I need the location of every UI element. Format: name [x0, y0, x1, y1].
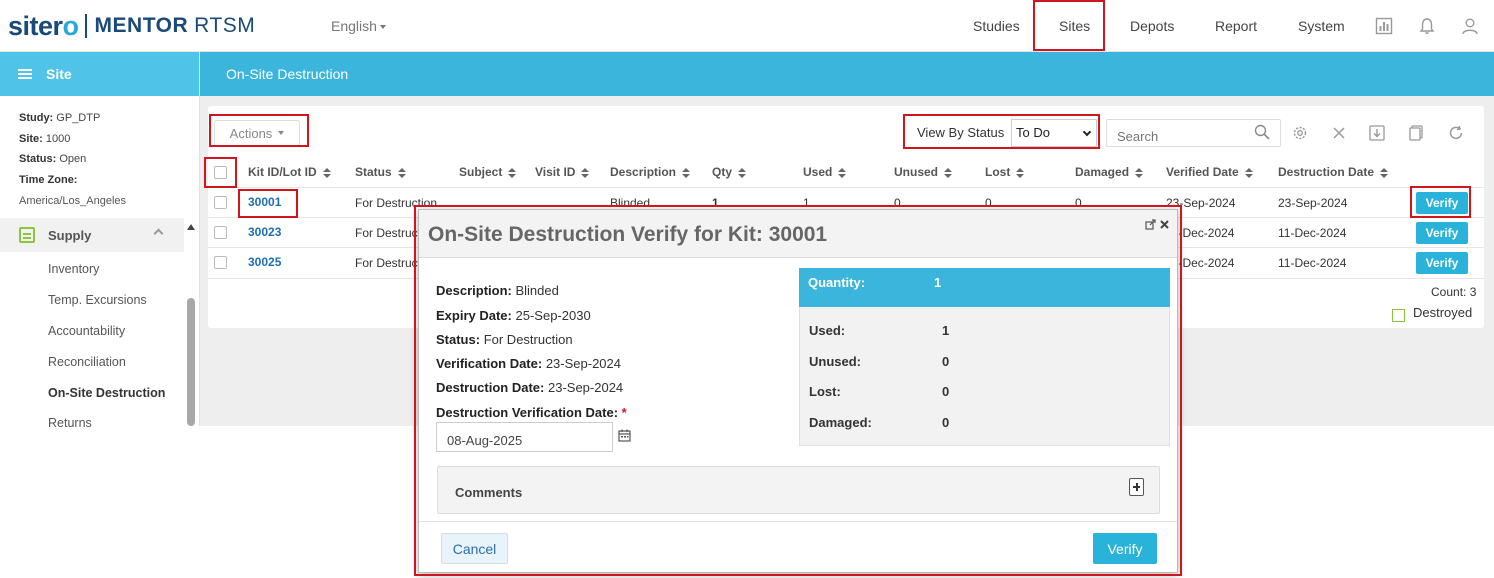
- sidebar-item-temp-excursions[interactable]: Temp. Excursions: [48, 293, 147, 307]
- sidebar-item-returns[interactable]: Returns: [48, 416, 92, 430]
- sidebar-scrollbar[interactable]: [186, 220, 196, 426]
- user-icon[interactable]: [1461, 17, 1479, 35]
- timezone-value: America/Los_Angeles: [19, 194, 127, 207]
- nav-studies[interactable]: Studies: [973, 18, 1020, 34]
- logo-divider: [84, 14, 87, 38]
- column-header-status[interactable]: Status: [355, 165, 406, 179]
- column-header-used[interactable]: Used: [803, 165, 847, 179]
- sidebar-item-accountability[interactable]: Accountability: [48, 324, 125, 338]
- sidebar-title: Site: [46, 66, 72, 82]
- page-title: On-Site Destruction: [200, 52, 1494, 96]
- chevron-up-icon: [153, 228, 164, 239]
- supply-box-icon: [19, 227, 35, 243]
- site-value: 1000: [45, 132, 71, 145]
- sort-icon: [581, 167, 590, 178]
- kit-link[interactable]: 30023: [248, 225, 281, 239]
- status-value: Open: [59, 153, 87, 166]
- language-dropdown[interactable]: English: [331, 18, 386, 34]
- kit-link[interactable]: 30025: [248, 255, 281, 269]
- site-info: Study: GP_DTP Site: 1000 Status: Open Ti…: [0, 96, 199, 212]
- copy-icon[interactable]: [1407, 124, 1425, 142]
- row-destruction-date: 11-Dec-2024: [1278, 226, 1347, 240]
- sidebar-item-inventory[interactable]: Inventory: [48, 262, 99, 276]
- sidebar-item-on-site-destruction[interactable]: On-Site Destruction: [48, 386, 165, 400]
- scrollbar-thumb[interactable]: [187, 298, 195, 426]
- row-verify-button[interactable]: Verify: [1416, 252, 1468, 274]
- sort-icon: [944, 167, 953, 178]
- row-destruction-date: 23-Sep-2024: [1278, 196, 1348, 210]
- column-header-lost[interactable]: Lost: [985, 165, 1025, 179]
- row-checkbox[interactable]: [214, 256, 227, 269]
- logo-mentor: MENTOR: [94, 14, 189, 37]
- sort-icon: [1135, 167, 1144, 178]
- sort-icon: [838, 167, 847, 178]
- column-header-visit-id[interactable]: Visit ID: [535, 165, 590, 179]
- hamburger-menu-icon[interactable]: [18, 69, 32, 79]
- highlight-view-by-status: [903, 114, 1100, 149]
- column-header-damaged[interactable]: Damaged: [1075, 165, 1144, 179]
- highlight-kit-30001: [238, 189, 298, 218]
- column-header-qty[interactable]: Qty: [712, 165, 747, 179]
- column-header-unused[interactable]: Unused: [894, 165, 953, 179]
- top-navbar: sitero MENTOR RTSM English Studies Sites…: [0, 0, 1494, 52]
- row-destruction-date: 11-Dec-2024: [1278, 256, 1347, 270]
- column-header-subject[interactable]: Subject: [459, 165, 517, 179]
- sort-icon: [738, 167, 747, 178]
- row-checkbox[interactable]: [214, 196, 227, 209]
- column-header-description[interactable]: Description: [610, 165, 691, 179]
- download-icon[interactable]: [1368, 124, 1386, 142]
- gear-icon[interactable]: [1291, 124, 1309, 142]
- logo-sitero: sitero: [8, 10, 79, 41]
- close-icon[interactable]: [1330, 124, 1348, 142]
- highlight-sites-nav: [1033, 0, 1105, 51]
- row-checkbox[interactable]: [214, 226, 227, 239]
- page: sitero MENTOR RTSM English Studies Site s…: [0, 0, 1494, 578]
- row-verify-button[interactable]: Verify: [1416, 222, 1468, 244]
- nav-depots[interactable]: Depots: [1130, 18, 1174, 34]
- bell-icon[interactable]: [1418, 17, 1436, 35]
- highlight-select-all: [204, 157, 237, 188]
- sort-icon: [682, 167, 691, 178]
- row-divider: [208, 187, 1484, 188]
- refresh-icon[interactable]: [1447, 124, 1465, 142]
- sort-icon: [1244, 167, 1253, 178]
- sort-icon: [397, 167, 406, 178]
- report-chart-icon[interactable]: [1375, 17, 1393, 35]
- sidebar-section-supply[interactable]: Supply: [0, 218, 184, 252]
- column-header-destruction-date[interactable]: Destruction Date: [1278, 165, 1389, 179]
- nav-report[interactable]: Report: [1215, 18, 1257, 34]
- sort-icon: [1380, 167, 1389, 178]
- highlight-dialog: [414, 205, 1182, 576]
- column-header-verified-date[interactable]: Verified Date: [1166, 165, 1253, 179]
- sort-icon: [508, 167, 517, 178]
- sitero-logo[interactable]: sitero MENTOR RTSM: [8, 10, 255, 42]
- legend-label-destroyed: Destroyed: [1413, 305, 1473, 320]
- legend-swatch-destroyed: [1392, 309, 1405, 322]
- sort-icon: [322, 167, 331, 178]
- sort-icon: [1016, 167, 1025, 178]
- search-icon[interactable]: [1254, 124, 1270, 140]
- sidebar: Site Study: GP_DTP Site: 1000 Status: Op…: [0, 52, 200, 430]
- sidebar-header: Site: [0, 52, 199, 96]
- study-value: GP_DTP: [56, 112, 101, 124]
- logo-rtsm: RTSM: [194, 14, 256, 37]
- nav-system[interactable]: System: [1298, 18, 1345, 34]
- highlight-verify-row: [1410, 186, 1471, 218]
- highlight-actions: [209, 114, 309, 147]
- sidebar-item-reconciliation[interactable]: Reconciliation: [48, 355, 126, 369]
- scroll-up-icon[interactable]: [187, 224, 195, 230]
- column-header-kit-id[interactable]: Kit ID/Lot ID: [248, 165, 331, 179]
- record-count: Count: 3: [1431, 285, 1477, 299]
